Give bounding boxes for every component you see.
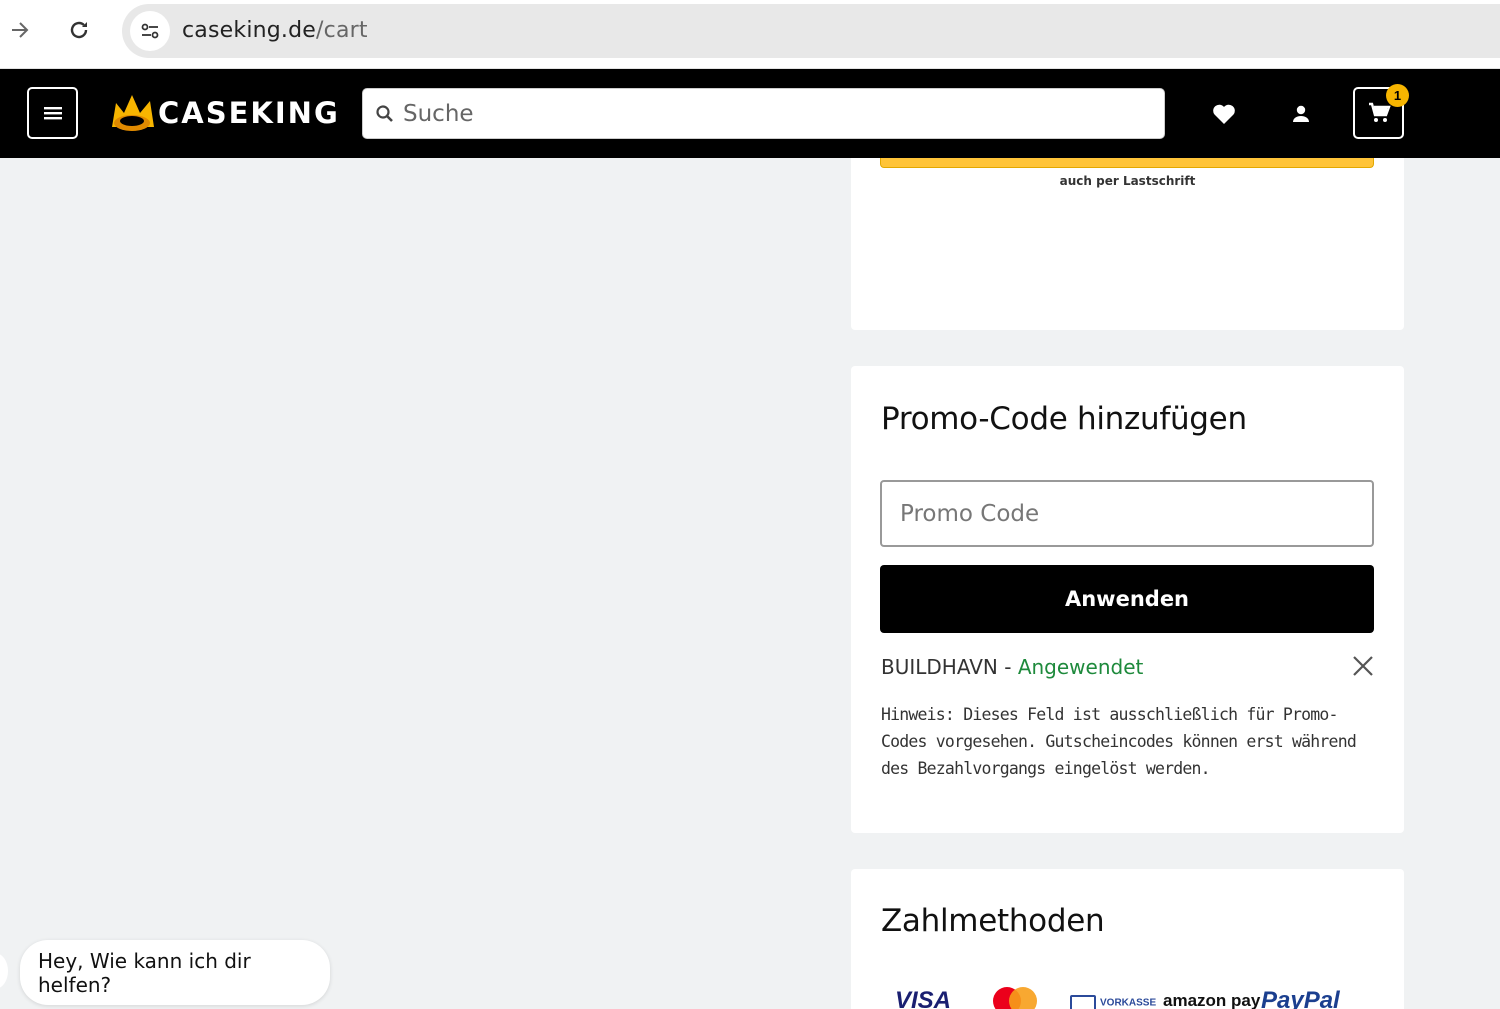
site-info-icon[interactable]	[130, 11, 170, 51]
chat-greeting-text: Hey, Wie kann ich dir helfen?	[38, 948, 251, 997]
url-text[interactable]: caseking.de/cart	[182, 18, 368, 43]
chat-avatar[interactable]	[0, 953, 8, 989]
browser-toolbar: caseking.de/cart	[0, 0, 1500, 69]
promo-hint: Hinweis: Dieses Feld ist ausschließlich …	[881, 705, 1357, 778]
payment-logos: VISA VORKASSE amazon pay PayPal	[895, 987, 1365, 1009]
cart-count-badge: 1	[1386, 84, 1409, 107]
remove-code-close-icon[interactable]	[1348, 651, 1378, 681]
wishlist-heart-icon[interactable]	[1209, 99, 1239, 129]
express-checkout-card: auch per Lastschrift	[851, 158, 1404, 330]
promo-code-input[interactable]	[880, 480, 1374, 547]
reload-icon[interactable]	[61, 12, 97, 48]
mastercard-logo	[993, 987, 1039, 1009]
visa-logo: VISA	[895, 987, 952, 1009]
menu-button[interactable]	[27, 87, 78, 139]
chat-greeting-bubble[interactable]: Hey, Wie kann ich dir helfen?	[20, 940, 330, 1005]
search-box[interactable]	[362, 88, 1165, 139]
url-path: /cart	[316, 18, 368, 43]
url-host: caseking.de	[182, 18, 317, 43]
promo-title: Promo-Code hinzufügen	[881, 401, 1247, 437]
payment-methods-card: Zahlmethoden VISA VORKASSE amazon pay Pa…	[851, 869, 1404, 1009]
hamburger-icon	[43, 107, 62, 120]
address-bar[interactable]: caseking.de/cart	[122, 4, 1500, 58]
applied-separator: -	[997, 655, 1018, 679]
paypal-logo: PayPal	[1261, 987, 1340, 1009]
account-user-icon[interactable]	[1286, 99, 1316, 129]
caseking-logo[interactable]: CASEKING	[110, 93, 340, 133]
site-header: CASEKING 1	[0, 69, 1500, 158]
cart-icon	[1368, 102, 1391, 122]
payment-title: Zahlmethoden	[881, 903, 1105, 939]
logo-text: CASEKING	[158, 96, 340, 130]
paypal-subtext: auch per Lastschrift	[1059, 174, 1196, 188]
applied-code: BUILDHAVN	[881, 655, 998, 679]
search-input[interactable]	[403, 89, 1143, 138]
applied-status: Angewendet	[1017, 655, 1144, 679]
search-icon	[376, 105, 393, 122]
vorkasse-label: VORKASSE	[1100, 997, 1157, 1009]
amazon-pay-logo: amazon pay	[1163, 991, 1261, 1009]
promo-code-card: Promo-Code hinzufügen Anwenden BUILDHAVN…	[851, 366, 1404, 833]
crown-icon	[112, 95, 154, 131]
vorkasse-logo: VORKASSE	[1070, 995, 1156, 1009]
applied-code-row: BUILDHAVN - Angewendet	[881, 655, 1143, 679]
apply-promo-button[interactable]: Anwenden	[880, 565, 1374, 633]
paypal-checkout-button[interactable]	[880, 158, 1374, 168]
forward-icon[interactable]	[2, 12, 38, 48]
